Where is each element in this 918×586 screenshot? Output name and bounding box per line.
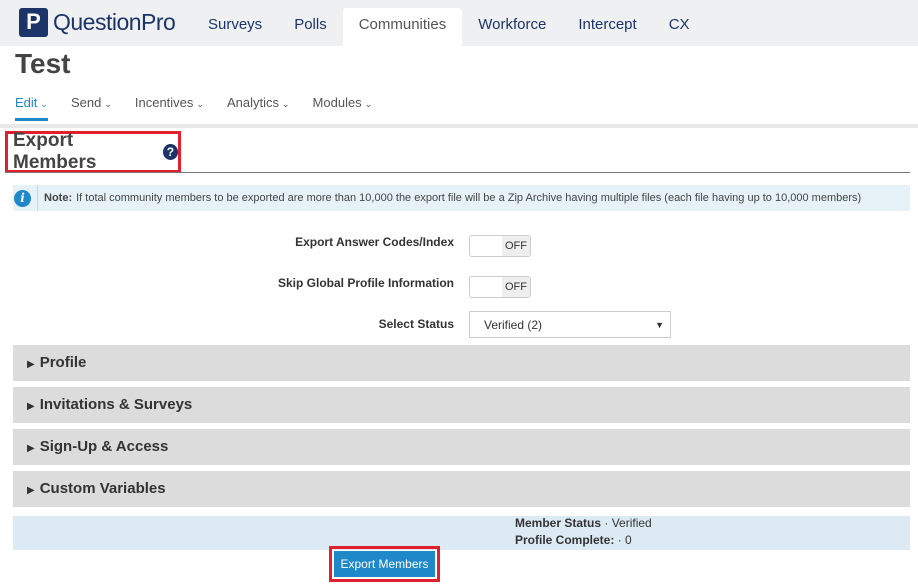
subnav-divider <box>0 124 918 128</box>
caret-right-icon: ▶ <box>27 485 35 496</box>
logo-text: QuestionPro <box>53 8 176 35</box>
chevron-down-icon: ⌄ <box>40 99 48 109</box>
skip-global-profile-toggle[interactable]: OFF <box>469 276 531 298</box>
page-title: Test <box>15 48 71 79</box>
export-answer-codes-label: Export Answer Codes/Index <box>295 235 454 249</box>
main-nav: Surveys Polls Communities Workforce Inte… <box>192 8 706 46</box>
info-note: i Note: If total community members to be… <box>13 185 910 211</box>
accordion-label: Custom Variables <box>39 480 166 497</box>
profile-complete-value: · 0 <box>614 533 632 547</box>
chevron-down-icon: ⌄ <box>104 99 112 109</box>
section-header: Export Members ? <box>5 130 181 173</box>
profile-complete-line: Profile Complete: · 0 <box>515 533 632 547</box>
subnav-incentives[interactable]: Incentives ⌄ <box>135 95 204 121</box>
accordion-label: Sign-Up & Access <box>39 438 169 455</box>
section-title: Export Members <box>13 130 97 173</box>
accordion-custom-variables[interactable]: ▶ Custom Variables <box>13 471 910 507</box>
nav-cx[interactable]: CX <box>653 8 706 46</box>
nav-intercept[interactable]: Intercept <box>562 8 652 46</box>
caret-right-icon: ▶ <box>27 359 35 370</box>
note-label: Note: <box>44 192 73 204</box>
chevron-down-icon: ⌄ <box>282 99 290 109</box>
profile-complete-label: Profile Complete: <box>515 533 615 547</box>
top-navigation-bar: P QuestionPro Surveys Polls Communities … <box>0 0 918 46</box>
chevron-down-icon: ⌄ <box>364 99 373 109</box>
accordion-invitations-surveys[interactable]: ▶ Invitations & Surveys <box>13 387 910 423</box>
accordion-label: Invitations & Surveys <box>39 396 193 413</box>
subnav-send[interactable]: Send ⌄ <box>71 95 112 121</box>
export-answer-codes-toggle[interactable]: OFF <box>469 235 531 257</box>
subnav-edit[interactable]: Edit ⌄ <box>15 95 48 121</box>
accordion-signup-access[interactable]: ▶ Sign-Up & Access <box>13 429 910 465</box>
questionpro-logo[interactable]: P QuestionPro <box>19 6 176 38</box>
member-status-label: Member Status <box>515 516 602 530</box>
nav-polls[interactable]: Polls <box>278 8 343 46</box>
question-circle-icon[interactable]: ? <box>162 144 178 160</box>
export-button-highlight: Export Members <box>329 546 440 582</box>
toggle-state: OFF <box>502 236 530 256</box>
note-divider <box>37 185 38 211</box>
select-status-label: Select Status <box>378 317 454 331</box>
skip-global-profile-label: Skip Global Profile Information <box>277 276 454 290</box>
nav-workforce[interactable]: Workforce <box>462 8 562 46</box>
subnav-incentives-label: Incentives <box>134 95 194 110</box>
subnav-analytics[interactable]: Analytics ⌄ <box>227 95 290 121</box>
export-members-button[interactable]: Export Members <box>334 551 435 577</box>
status-select[interactable]: Verified (2) ▼ <box>469 311 671 338</box>
sub-navigation: Edit ⌄ Send ⌄ Incentives ⌄ Analytics ⌄ Modul… <box>15 95 395 121</box>
caret-right-icon: ▶ <box>27 401 35 412</box>
subnav-edit-label: Edit <box>15 95 38 110</box>
info-icon: i <box>14 189 31 207</box>
chevron-down-icon: ⌄ <box>196 99 204 109</box>
accordion-profile[interactable]: ▶ Profile <box>13 345 910 381</box>
logo-mark-icon: P <box>19 7 48 37</box>
dropdown-arrow-icon: ▼ <box>655 320 664 330</box>
subnav-analytics-label: Analytics <box>226 95 279 110</box>
nav-surveys[interactable]: Surveys <box>192 8 278 46</box>
member-status-line: Member Status · Verified <box>515 516 652 530</box>
subnav-send-label: Send <box>70 95 102 110</box>
subnav-modules-label: Modules <box>312 95 362 110</box>
note-text: If total community members to be exporte… <box>76 192 862 204</box>
accordion-label: Profile <box>39 354 87 371</box>
subnav-modules[interactable]: Modules ⌄ <box>313 95 373 121</box>
caret-right-icon: ▶ <box>27 443 35 454</box>
nav-communities[interactable]: Communities <box>342 8 463 46</box>
toggle-state: OFF <box>502 277 530 297</box>
member-status-value: · Verified <box>601 516 652 530</box>
export-summary: Member Status · Verified Profile Complet… <box>13 516 910 550</box>
status-select-value: Verified (2) <box>484 318 543 332</box>
section-divider <box>5 172 910 173</box>
